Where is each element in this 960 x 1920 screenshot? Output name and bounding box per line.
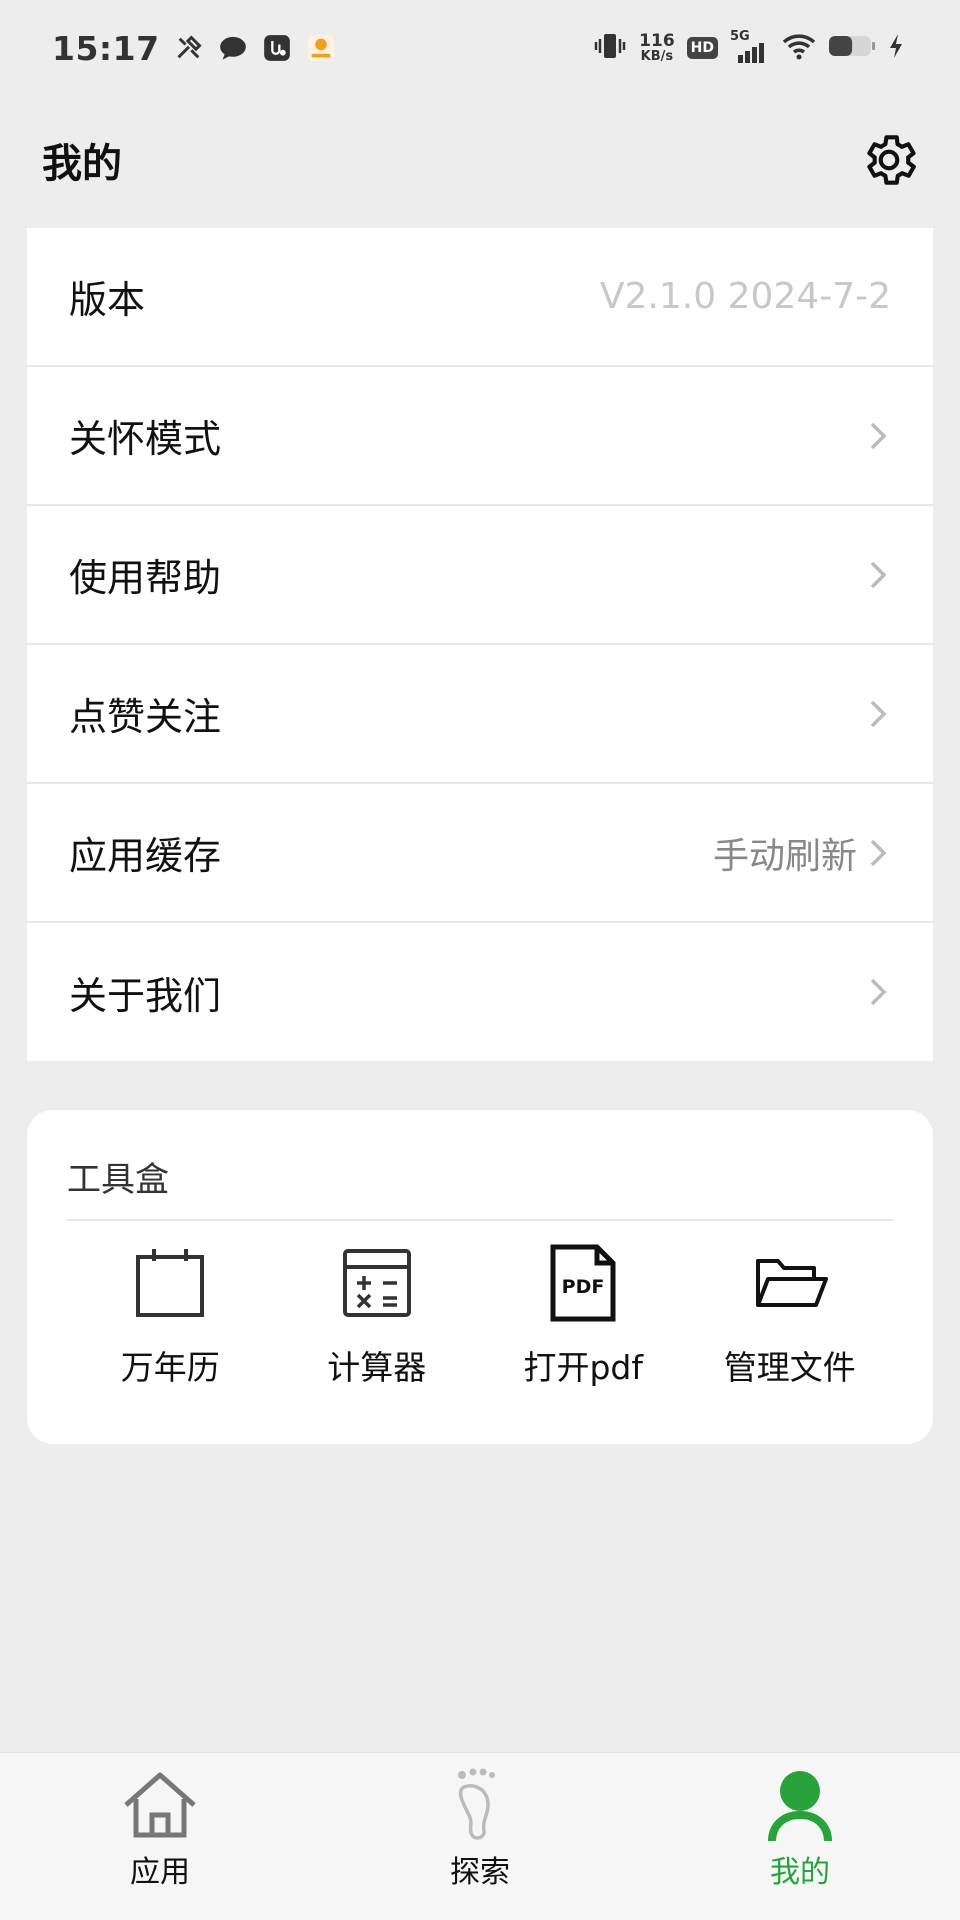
tool-label: 打开pdf bbox=[523, 1348, 643, 1387]
tool-calendar[interactable]: 万年历 bbox=[67, 1243, 274, 1389]
nav-label: 探索 bbox=[450, 1855, 510, 1890]
tool-manage-files[interactable]: 管理文件 bbox=[687, 1243, 894, 1389]
menu-item-label: 关怀模式 bbox=[69, 417, 222, 461]
chevron-right-icon bbox=[870, 422, 887, 449]
menu-item-version[interactable]: 版本 V2.1.0 2024-7-2 bbox=[27, 228, 933, 367]
nav-label: 我的 bbox=[770, 1855, 830, 1890]
menu-item-like-follow[interactable]: 点赞关注 bbox=[27, 645, 933, 784]
tool-label: 管理文件 bbox=[723, 1348, 856, 1387]
chevron-right-icon bbox=[870, 978, 887, 1006]
calculator-icon bbox=[342, 1249, 411, 1317]
gear-icon bbox=[867, 135, 916, 185]
svg-text:PDF: PDF bbox=[562, 1276, 605, 1298]
tool-label: 计算器 bbox=[327, 1348, 427, 1387]
chat-icon bbox=[218, 33, 248, 63]
toolbox-title: 工具盒 bbox=[67, 1110, 893, 1221]
tool-label: 万年历 bbox=[120, 1348, 220, 1387]
calendar-icon bbox=[136, 1249, 205, 1317]
status-bar: 15:17 116 KB/s HD 5G bbox=[0, 0, 960, 96]
home-icon bbox=[124, 1772, 196, 1838]
network-speed: 116 KB/s bbox=[639, 31, 675, 64]
app-notification-icon bbox=[306, 33, 336, 63]
signal-icon: 5G bbox=[730, 29, 770, 63]
menu-item-help[interactable]: 使用帮助 bbox=[27, 506, 933, 645]
wifi-icon bbox=[782, 32, 816, 64]
bottom-nav: 应用 探索 我的 bbox=[0, 1752, 960, 1920]
nav-label: 应用 bbox=[130, 1855, 190, 1890]
cache-refresh-value: 手动刷新 bbox=[712, 835, 857, 877]
pdf-icon: PDF bbox=[550, 1244, 616, 1322]
settings-button[interactable] bbox=[858, 129, 920, 191]
hd-badge: HD bbox=[686, 37, 718, 59]
menu-item-care-mode[interactable]: 关怀模式 bbox=[27, 367, 933, 506]
nav-tab-apps[interactable]: 应用 bbox=[0, 1753, 320, 1891]
menu-item-label: 关于我们 bbox=[69, 973, 222, 1018]
nav-tab-me[interactable]: 我的 bbox=[640, 1753, 960, 1891]
menu-item-label: 应用缓存 bbox=[69, 834, 222, 878]
status-time: 15:17 bbox=[52, 28, 160, 68]
menu-item-label: 点赞关注 bbox=[69, 695, 222, 739]
settings-menu: 版本 V2.1.0 2024-7-2 关怀模式 使用帮助 点赞关注 应用缓存 手… bbox=[27, 228, 933, 1061]
battery-icon bbox=[828, 33, 876, 63]
menu-item-label: 版本 bbox=[69, 278, 146, 322]
tool-calculator[interactable]: 计算器 bbox=[274, 1243, 481, 1389]
page-header: 我的 bbox=[0, 110, 960, 210]
nav-tab-explore[interactable]: 探索 bbox=[320, 1753, 640, 1891]
menu-item-label: 使用帮助 bbox=[69, 556, 222, 600]
charging-icon bbox=[888, 32, 904, 64]
tools-icon bbox=[174, 33, 204, 63]
tool-open-pdf[interactable]: PDF 打开pdf bbox=[480, 1243, 687, 1389]
page-title: 我的 bbox=[42, 141, 122, 187]
chevron-right-icon bbox=[870, 561, 887, 588]
footprint-icon bbox=[458, 1768, 495, 1840]
chevron-right-icon bbox=[870, 839, 887, 866]
folder-icon bbox=[755, 1259, 828, 1307]
version-value: V2.1.0 2024-7-2 bbox=[599, 276, 891, 317]
vibrate-icon bbox=[593, 31, 627, 65]
usb-debug-icon bbox=[262, 33, 292, 63]
menu-item-about-us[interactable]: 关于我们 bbox=[27, 923, 933, 1061]
user-icon bbox=[768, 1771, 832, 1842]
chevron-right-icon bbox=[870, 700, 887, 727]
toolbox-card: 工具盒 万年历 计算器 PDF 打开pdf 管理文件 bbox=[27, 1110, 933, 1444]
menu-item-app-cache[interactable]: 应用缓存 手动刷新 bbox=[27, 784, 933, 923]
